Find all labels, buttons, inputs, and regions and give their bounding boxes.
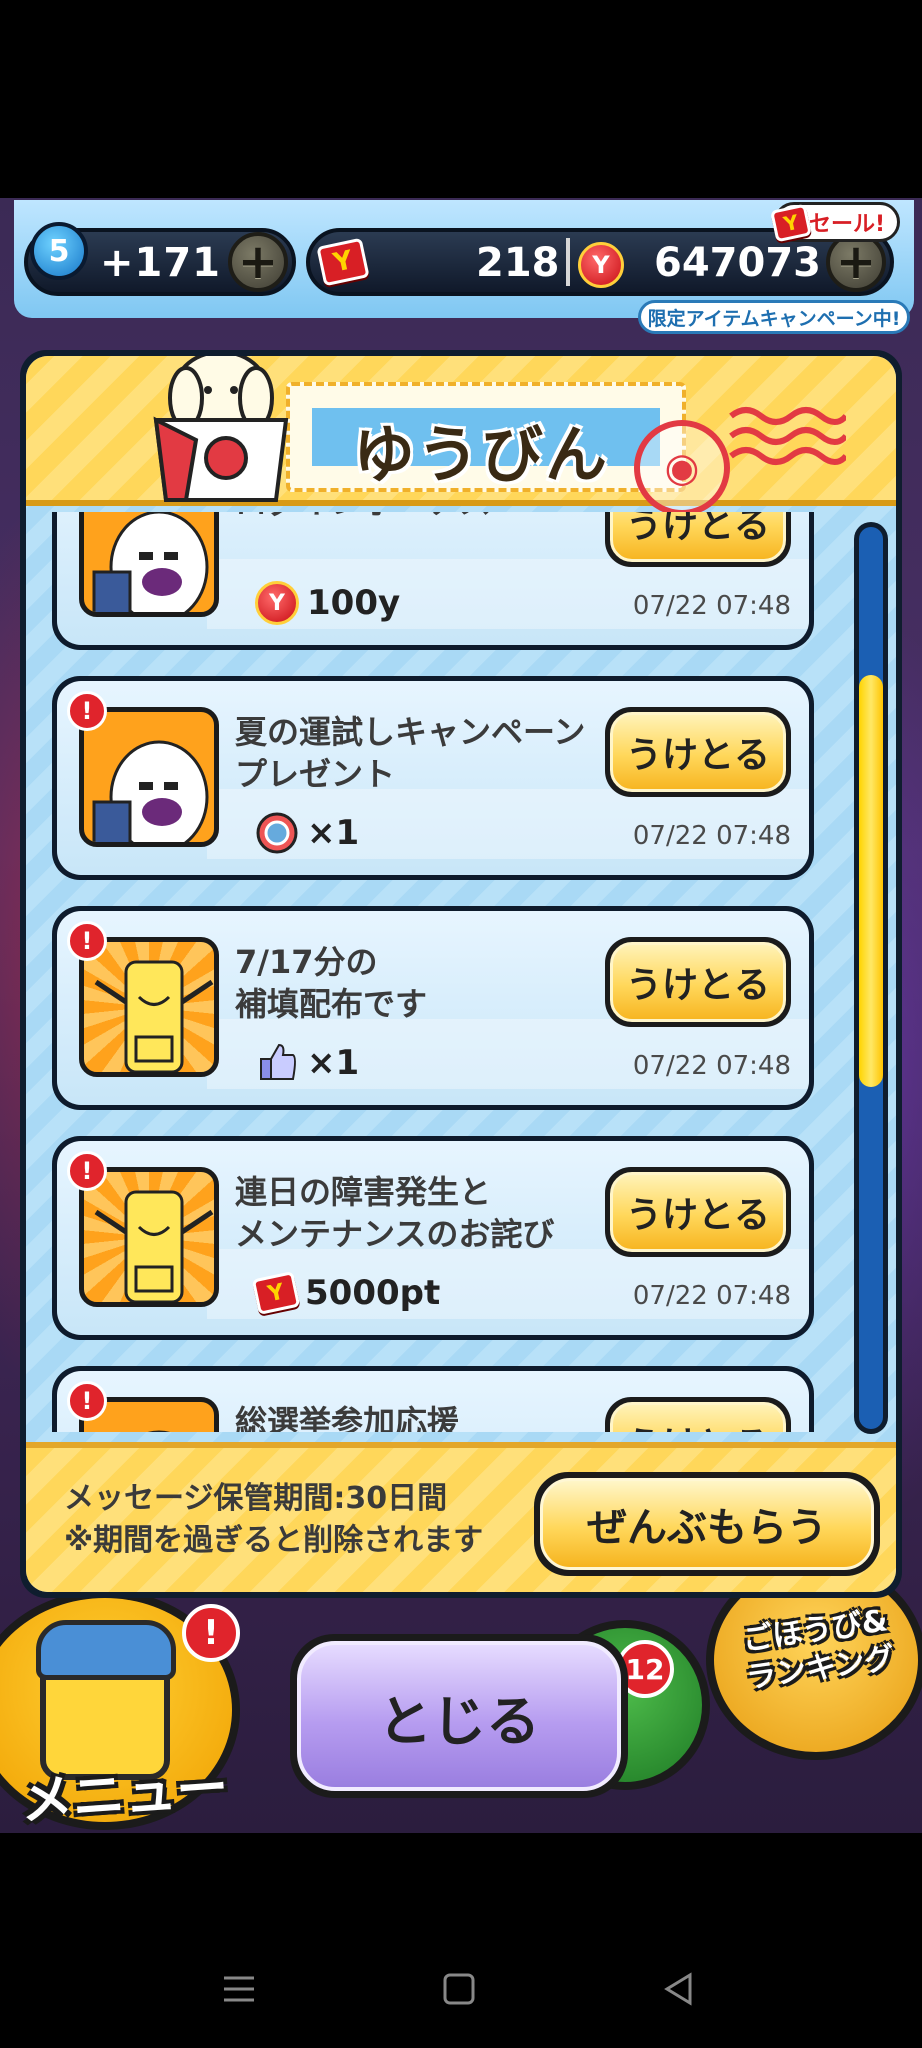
reward-amount: ×1 [307, 813, 360, 853]
message-list[interactable]: ログインボーナス Y 100y 07/22 07:48 うけとる ! 夏の運試 [26, 512, 846, 1432]
plus-icon: + [835, 234, 877, 290]
reward-amount: 5000pt [305, 1273, 441, 1313]
menu-label: メニュー [18, 1757, 231, 1833]
currency-divider [566, 238, 570, 286]
reward: Y 5000pt [251, 1271, 441, 1315]
close-button[interactable]: とじる [290, 1634, 628, 1798]
reward: ×1 [255, 1041, 359, 1085]
whisper-avatar-icon [79, 707, 219, 847]
y-ticket-icon: Y [770, 203, 812, 243]
new-alert-icon: ! [67, 1151, 107, 1191]
menu-alert-icon: ! [182, 1604, 240, 1662]
back-icon[interactable] [662, 1972, 696, 2006]
reward: Y 100y [255, 581, 400, 625]
receive-button[interactable]: うけとる [605, 937, 791, 1027]
receive-button[interactable]: うけとる [605, 1397, 791, 1432]
mailbox-modal: ゆうびん ◉ Y 100y 07/22 07:48 うけとる ! 夏の運試しキャ… [20, 350, 902, 1598]
medal-icon [256, 812, 298, 854]
level-badge: 5 [30, 222, 88, 280]
home-icon[interactable] [442, 1972, 476, 2006]
system-nav-bar [0, 1834, 922, 2048]
message-title: ログインボーナス [235, 512, 605, 523]
message-title: 総選挙参加応援 [235, 1403, 460, 1432]
reward-amount: ×1 [307, 1043, 360, 1083]
add-stamina-button[interactable]: + [228, 232, 288, 292]
list-item: ! 連日の障害発生と メンテナンスのお詫び Y 5000pt 07/22 07:… [52, 1136, 814, 1340]
message-title: 夏の運試しキャンペーン プレゼント [235, 713, 586, 793]
stamina-value: +171 [100, 240, 222, 286]
reward-amount: 100y [307, 583, 401, 623]
receive-button[interactable]: うけとる [605, 1167, 791, 1257]
thumbs-up-icon [260, 1043, 296, 1080]
receive-button[interactable]: うけとる [605, 707, 791, 797]
list-item: ! 7/17分の 補填配布です ×1 07/22 07:48 うけとる [52, 906, 814, 1110]
y-ticket-icon: Y [251, 1271, 301, 1315]
message-date: 07/22 07:48 [632, 1281, 791, 1311]
list-item: ! 夏の運試しキャンペーン プレゼント ×1 07/22 07:48 うけとる [52, 676, 814, 880]
message-date: 07/22 07:48 [632, 1051, 791, 1081]
money-value: 647073 [654, 240, 821, 286]
yen-coin-icon: Y [255, 581, 299, 625]
scrollbar-thumb[interactable] [859, 675, 883, 1087]
new-alert-icon: ! [67, 1381, 107, 1421]
retention-note: メッセージ保管期間:30日間 ※期間を過ぎると削除されます [64, 1481, 484, 1558]
sale-badge[interactable]: Y セール! [770, 202, 900, 243]
yen-coin-icon: Y [578, 242, 624, 288]
new-alert-icon: ! [67, 691, 107, 731]
postmark-waves-icon [729, 407, 846, 465]
message-date: 07/22 07:48 [632, 821, 791, 851]
yokai-avatar-icon [79, 1167, 219, 1307]
plus-icon: + [237, 234, 279, 290]
whisper-avatar-icon [79, 512, 219, 617]
mailbox-title: ゆうびん [352, 418, 609, 491]
message-date: 07/22 07:48 [632, 591, 791, 621]
list-item: ! 総選挙参加応援 うけとる [52, 1366, 814, 1432]
mailbox-footer: メッセージ保管期間:30日間 ※期間を過ぎると削除されます ぜんぶもらう [26, 1442, 896, 1592]
message-title: 7/17分の 補填配布です [235, 943, 428, 1023]
list-item: ログインボーナス Y 100y 07/22 07:48 うけとる [52, 512, 814, 650]
receive-button[interactable]: うけとる [605, 512, 791, 567]
message-title: 連日の障害発生と メンテナンスのお詫び [235, 1173, 555, 1253]
recent-apps-icon[interactable] [222, 1972, 256, 2006]
take-all-button[interactable]: ぜんぶもらう [534, 1472, 880, 1576]
scrollbar[interactable] [854, 522, 888, 1434]
reward: ×1 [255, 811, 359, 855]
points-value: 218 [476, 240, 560, 286]
new-alert-icon: ! [67, 921, 107, 961]
mailbox-mascot-icon [153, 356, 289, 502]
yokai-avatar-icon [79, 937, 219, 1077]
mailbox-header: ゆうびん ◉ [26, 356, 896, 516]
campaign-badge[interactable]: 限定アイテムキャンペーン中! [638, 300, 910, 334]
postmark-icon: ◉ [634, 420, 730, 516]
